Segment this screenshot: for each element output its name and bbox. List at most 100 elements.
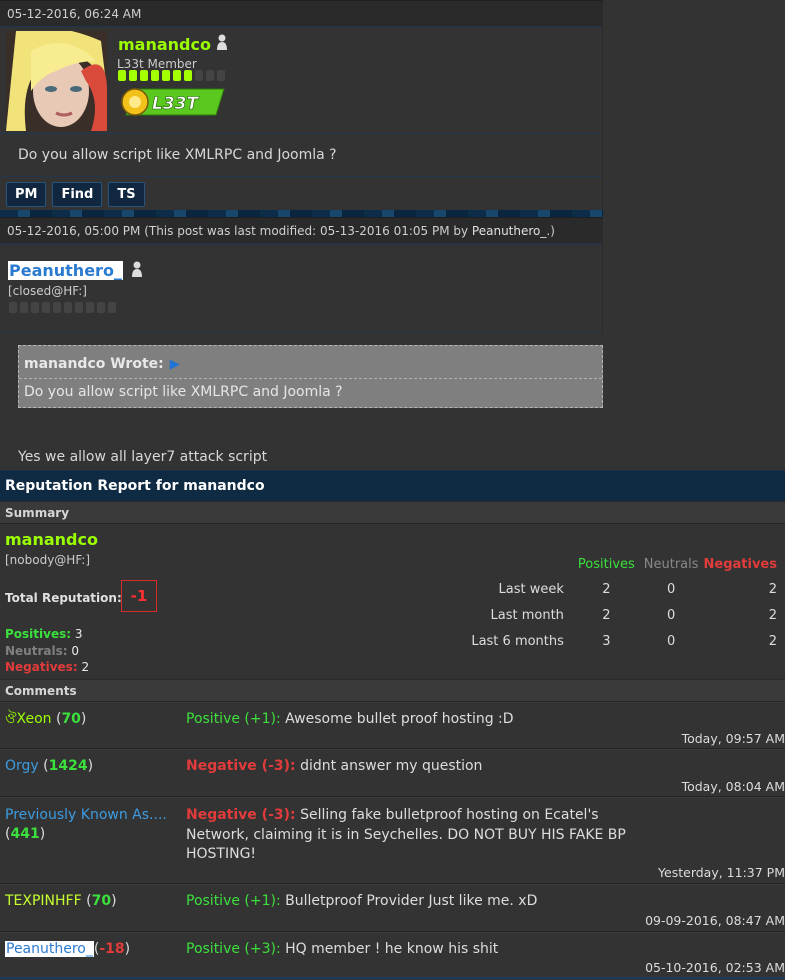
quote-header: manandco Wrote: ▶: [19, 346, 602, 379]
quote-text: Do you allow script like XMLRPC and Joom…: [24, 384, 343, 400]
stats-row: Last month 2 0 2: [470, 602, 785, 628]
stats-header-row: Positives Neutrals Negatives: [470, 552, 785, 576]
post-date: 05-12-2016, 05:00 PM (This post was last…: [0, 217, 602, 244]
comment-text: Bulletproof Provider Just like me. xD: [285, 893, 538, 909]
neutrals-count: 0: [71, 643, 79, 658]
user-stars: [118, 70, 225, 81]
ts-button[interactable]: TS: [108, 182, 145, 207]
star-icon: [162, 70, 170, 81]
star-icon: [173, 70, 181, 81]
stats-neu: 0: [667, 607, 676, 623]
online-status-icon: [132, 261, 142, 277]
stats-neu: 0: [667, 581, 676, 597]
comment-username[interactable]: Peanuthero_: [5, 941, 94, 957]
comment-date: Today, 09:57 AM: [681, 731, 785, 746]
stats-pos: 2: [602, 581, 611, 597]
star-icon: [31, 302, 39, 313]
stats-row: Last week 2 0 2: [470, 576, 785, 602]
comment-user-rep[interactable]: 70: [61, 711, 80, 727]
comment-rating: Positive (+1):: [186, 711, 281, 727]
star-icon: [64, 302, 72, 313]
col-negatives: Negatives: [703, 556, 777, 572]
comment-body: Negative (-3): didnt answer my question: [186, 757, 656, 777]
star-icon: [151, 70, 159, 81]
pm-button[interactable]: PM: [6, 182, 47, 207]
comment-author: ঔXeon (70): [5, 711, 87, 727]
positives-count: 3: [74, 627, 83, 641]
comment-row: Previously Known As.... (441) Negative (-…: [0, 797, 785, 884]
comment-date: Yesterday, 11:37 PM: [658, 865, 785, 880]
post-modified-note: (This post was last modified: 05-13-2016…: [144, 224, 555, 238]
stats-neg: 2: [768, 607, 777, 623]
star-icon: [217, 70, 225, 81]
comment-body: Positive (+1): Awesome bullet proof host…: [186, 710, 656, 730]
comment-user-rep[interactable]: -18: [99, 941, 124, 957]
stats-pos: 2: [602, 607, 611, 623]
star-icon: [20, 302, 28, 313]
avatar[interactable]: [6, 31, 107, 131]
comment-username[interactable]: Orgy: [5, 758, 39, 774]
star-icon: [206, 70, 214, 81]
comment-rating: Positive (+3):: [186, 941, 281, 957]
star-icon: [195, 70, 203, 81]
summary-header: Summary: [0, 501, 785, 524]
comment-author: Orgy (1424): [5, 758, 94, 774]
comment-row: Orgy (1424) Negative (-3): didnt answer …: [0, 749, 785, 797]
quote-arrow-icon[interactable]: ▶: [170, 357, 180, 372]
comment-user-rep[interactable]: 441: [10, 826, 39, 842]
post-message: Do you allow script like XMLRPC and Joom…: [18, 147, 337, 163]
award-label: L33T: [152, 94, 199, 114]
comment-author: Peanuthero_(-18): [5, 941, 131, 957]
star-icon: [42, 302, 50, 313]
stats-neg: 2: [768, 581, 777, 597]
star-icon: [9, 302, 17, 313]
modified-by-link[interactable]: Peanuthero_: [472, 224, 546, 238]
stats-neu: 0: [667, 633, 676, 649]
post-date: 05-12-2016, 06:24 AM: [0, 0, 602, 27]
comment-user-rep[interactable]: 1424: [49, 758, 88, 774]
reputation-counts: Positives: 3 Neutrals: 0 Negatives: 2: [5, 626, 89, 676]
username[interactable]: Peanuthero_: [8, 261, 123, 280]
star-icon: [75, 302, 83, 313]
total-reputation-label: Total Reputation:: [5, 591, 122, 605]
report-title: Reputation Report for manandco: [0, 471, 785, 501]
stats-period: Last 6 months: [471, 633, 564, 649]
star-icon: [97, 302, 105, 313]
comment-username[interactable]: Previously Known As....: [5, 807, 167, 823]
comment-username[interactable]: ঔXeon: [5, 711, 52, 727]
star-icon: [140, 70, 148, 81]
comment-text: didnt answer my question: [300, 758, 483, 774]
username[interactable]: manandco: [118, 35, 211, 54]
stats-period: Last month: [490, 607, 564, 623]
post-date-text: 05-12-2016, 05:00 PM: [7, 224, 141, 238]
post-manandco: 05-12-2016, 06:24 AM manandco L33t Membe…: [0, 0, 603, 211]
stats-pos: 3: [602, 633, 611, 649]
post-date-text: 05-12-2016, 06:24 AM: [7, 7, 142, 21]
modified-suffix: .): [546, 224, 555, 238]
post-divider: [0, 210, 603, 217]
positives-label: Positives:: [5, 627, 72, 641]
thread-posts: 05-12-2016, 06:24 AM manandco L33t Membe…: [0, 0, 785, 470]
col-neutrals: Neutrals: [643, 556, 699, 572]
user-title: L33t Member: [117, 57, 197, 71]
comment-row: TEXPINHFF (70) Positive (+1): Bulletproo…: [0, 884, 785, 932]
star-icon: [118, 70, 126, 81]
star-icon: [108, 302, 116, 313]
comment-author: TEXPINHFF (70): [5, 893, 117, 909]
post-author-info: manandco L33t Member L33T: [0, 27, 602, 134]
comment-rating: Negative (-3):: [186, 807, 296, 823]
l33t-award-icon: L33T: [121, 88, 225, 116]
find-button[interactable]: Find: [52, 182, 103, 207]
stats-row: Last 6 months 3 0 2: [470, 628, 785, 654]
stats-neg: 2: [768, 633, 777, 649]
online-status-icon: [217, 34, 227, 50]
comment-username[interactable]: TEXPINHFF: [5, 893, 82, 909]
report-username[interactable]: manandco: [5, 530, 98, 549]
comment-user-rep[interactable]: 70: [92, 893, 111, 909]
report-user-handle: [nobody@HF:]: [5, 553, 91, 567]
comment-rating: Negative (-3):: [186, 758, 296, 774]
comment-text: Awesome bullet proof hosting :D: [285, 711, 514, 727]
comment-rating: Positive (+1):: [186, 893, 281, 909]
col-positives: Positives: [577, 556, 635, 572]
modified-prefix: (This post was last modified: 05-13-2016…: [144, 224, 472, 238]
